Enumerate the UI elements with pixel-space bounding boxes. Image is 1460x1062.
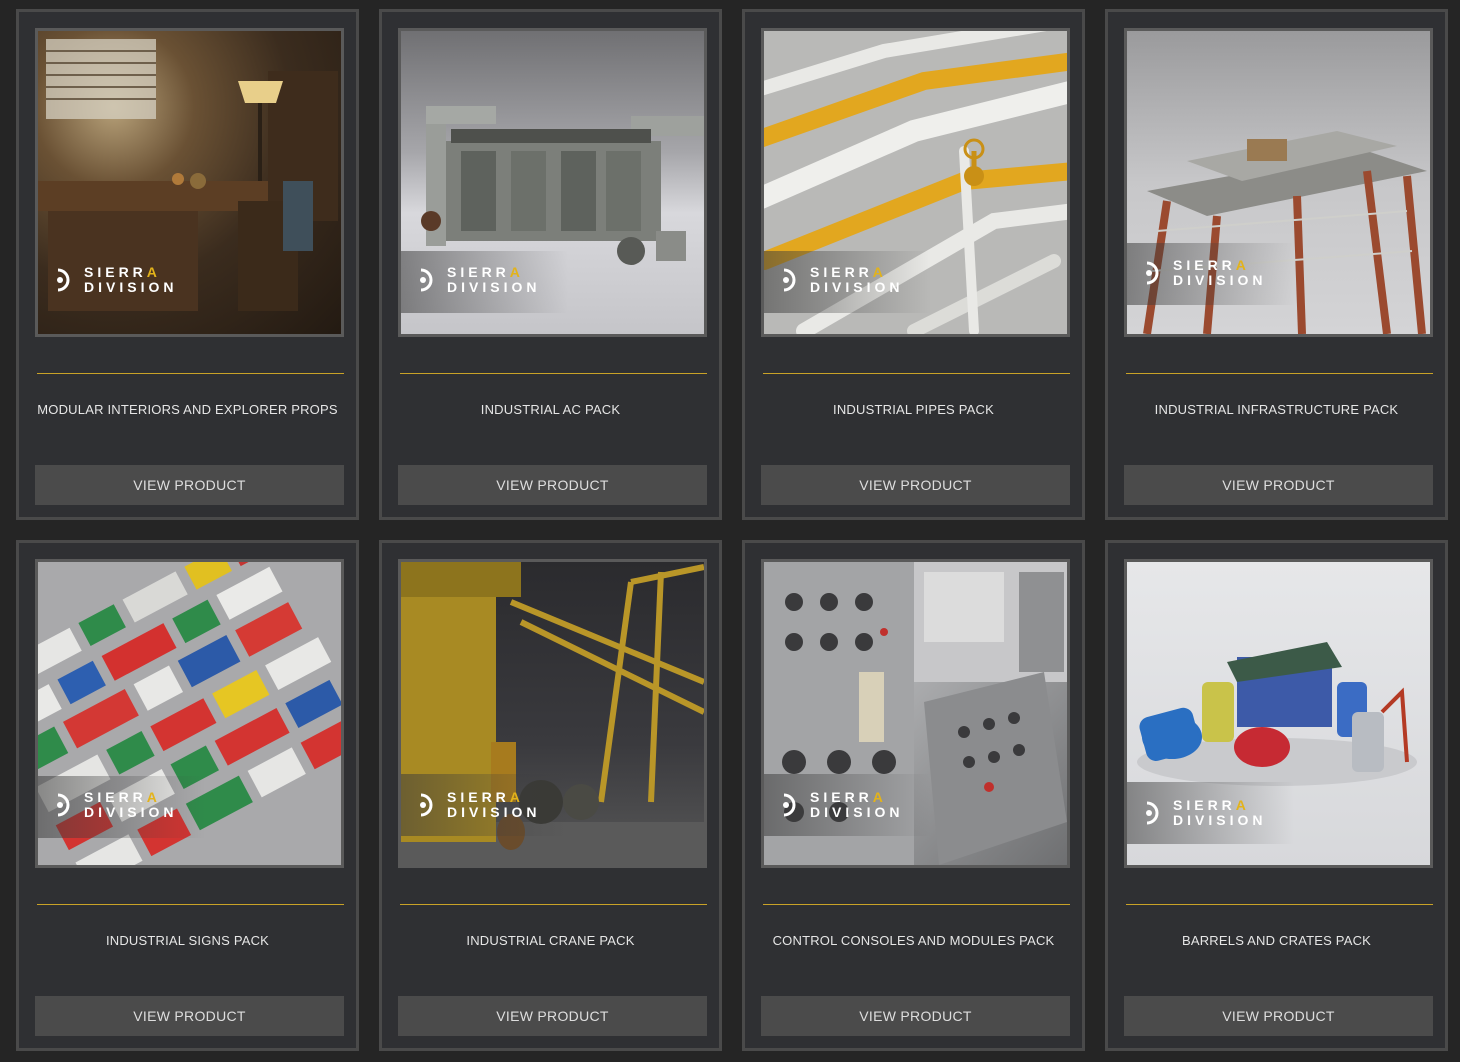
view-product-button[interactable]: VIEW PRODUCT: [35, 465, 344, 505]
product-title: INDUSTRIAL SIGNS PACK: [105, 933, 270, 948]
product-image-platform[interactable]: SIERRA DIVISION: [1124, 28, 1433, 337]
gold-divider: [400, 373, 707, 374]
product-image-interior[interactable]: SIERRA DIVISION: [35, 28, 344, 337]
product-card: SIERRA DIVISION MODULAR INTERIORS AND EX…: [16, 9, 359, 520]
sierra-division-logo: SIERRA DIVISION: [415, 265, 540, 295]
sierra-division-logo: SIERRA DIVISION: [52, 265, 177, 295]
product-card: SIERRA DIVISION BARRELS AND CRATES PACK …: [1105, 540, 1448, 1051]
logo-mark-icon: [52, 793, 76, 817]
product-title: INDUSTRIAL AC PACK: [480, 402, 621, 417]
product-card: SIERRA DIVISION INDUSTRIAL CRANE PACK VI…: [379, 540, 722, 1051]
product-title: INDUSTRIAL CRANE PACK: [466, 933, 635, 948]
logo-mark-icon: [1141, 801, 1165, 825]
product-image-console[interactable]: SIERRA DIVISION: [761, 559, 1070, 868]
product-image-barrels[interactable]: SIERRA DIVISION: [1124, 559, 1433, 868]
gold-divider: [763, 373, 1070, 374]
logo-mark-icon: [415, 793, 439, 817]
product-image-pipes[interactable]: SIERRA DIVISION: [761, 28, 1070, 337]
product-grid: SIERRA DIVISION MODULAR INTERIORS AND EX…: [0, 0, 1460, 1062]
view-product-button[interactable]: VIEW PRODUCT: [761, 996, 1070, 1036]
gold-divider: [1126, 373, 1433, 374]
sierra-division-logo: SIERRA DIVISION: [415, 790, 540, 820]
product-card: SIERRA DIVISION INDUSTRIAL PIPES PACK VI…: [742, 9, 1085, 520]
product-image-crane[interactable]: SIERRA DIVISION: [398, 559, 707, 868]
logo-mark-icon: [778, 268, 802, 292]
logo-mark-icon: [1141, 261, 1165, 285]
gold-divider: [37, 373, 344, 374]
product-card: SIERRA DIVISION CONTROL CONSOLES AND MOD…: [742, 540, 1085, 1051]
view-product-button[interactable]: VIEW PRODUCT: [398, 465, 707, 505]
logo-mark-icon: [415, 268, 439, 292]
product-image-signs[interactable]: SIERRA DIVISION: [35, 559, 344, 868]
product-card: SIERRA DIVISION INDUSTRIAL SIGNS PACK VI…: [16, 540, 359, 1051]
gold-divider: [1126, 904, 1433, 905]
product-title: INDUSTRIAL INFRASTRUCTURE PACK: [1154, 402, 1399, 417]
view-product-button[interactable]: VIEW PRODUCT: [398, 996, 707, 1036]
sierra-division-logo: SIERRA DIVISION: [1141, 258, 1266, 288]
gold-divider: [37, 904, 344, 905]
product-title: MODULAR INTERIORS AND EXPLORER PROPS: [37, 402, 338, 417]
gold-divider: [763, 904, 1070, 905]
view-product-button[interactable]: VIEW PRODUCT: [1124, 996, 1433, 1036]
product-card: SIERRA DIVISION INDUSTRIAL AC PACK VIEW …: [379, 9, 722, 520]
product-title: CONTROL CONSOLES AND MODULES PACK: [772, 933, 1055, 948]
product-card: SIERRA DIVISION INDUSTRIAL INFRASTRUCTUR…: [1105, 9, 1448, 520]
view-product-button[interactable]: VIEW PRODUCT: [1124, 465, 1433, 505]
logo-mark-icon: [52, 268, 76, 292]
product-title: BARRELS AND CRATES PACK: [1181, 933, 1372, 948]
sierra-division-logo: SIERRA DIVISION: [778, 790, 903, 820]
view-product-button[interactable]: VIEW PRODUCT: [35, 996, 344, 1036]
product-image-ac[interactable]: SIERRA DIVISION: [398, 28, 707, 337]
logo-mark-icon: [778, 793, 802, 817]
gold-divider: [400, 904, 707, 905]
product-title: INDUSTRIAL PIPES PACK: [833, 402, 994, 417]
sierra-division-logo: SIERRA DIVISION: [778, 265, 903, 295]
view-product-button[interactable]: VIEW PRODUCT: [761, 465, 1070, 505]
sierra-division-logo: SIERRA DIVISION: [52, 790, 177, 820]
sierra-division-logo: SIERRA DIVISION: [1141, 798, 1266, 828]
